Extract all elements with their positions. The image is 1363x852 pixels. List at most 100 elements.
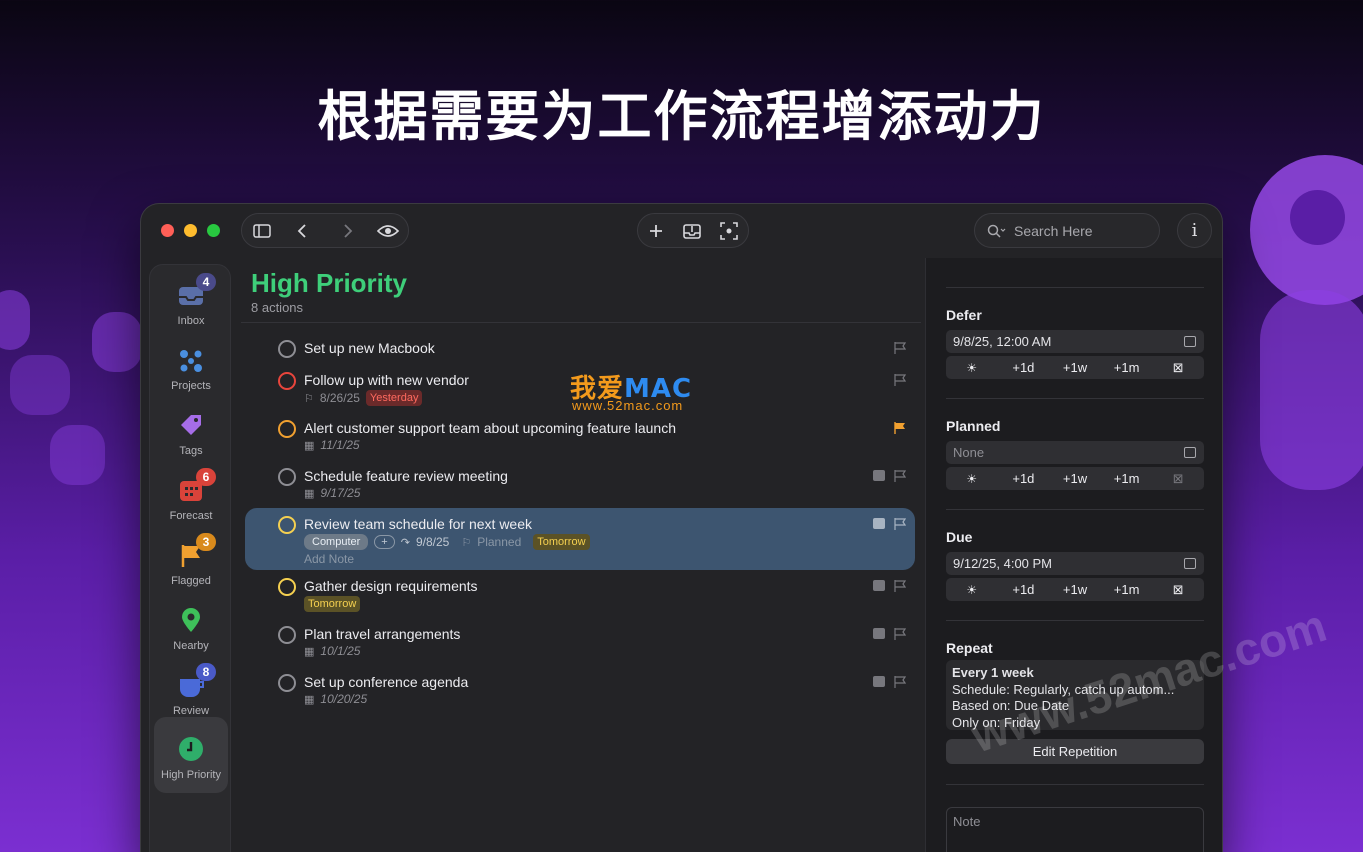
bg-ring — [1260, 290, 1363, 490]
task-checkbox-flagged[interactable] — [278, 420, 296, 438]
defer-date-field[interactable]: 9/8/25, 12:00 AM — [946, 330, 1204, 353]
focus-button[interactable] — [711, 214, 747, 247]
due-date-value: 9/12/25, 4:00 PM — [953, 556, 1053, 571]
planned-plus-day-button[interactable]: +1d — [998, 471, 1050, 486]
add-tag-button[interactable]: + — [374, 535, 395, 549]
sidebar-item-review[interactable]: 8 Review — [150, 663, 232, 725]
forecast-count-badge: 6 — [196, 468, 216, 486]
defer-quick-buttons: ☀ +1d +1w +1m ⊠ — [946, 356, 1204, 379]
sidebar-item-inbox[interactable]: 4 Inbox — [150, 273, 232, 335]
task-checkbox[interactable] — [278, 626, 296, 644]
note-placeholder: Note — [953, 814, 981, 829]
flag-filled-icon[interactable] — [894, 422, 906, 434]
planned-today-button[interactable]: ☀ — [946, 472, 998, 486]
calendar-picker-icon[interactable] — [1184, 336, 1196, 347]
planned-plus-week-button[interactable]: +1w — [1049, 471, 1101, 486]
back-button[interactable] — [284, 214, 320, 247]
task-meta: ▦ 10/20/25 — [304, 692, 367, 706]
planned-date-field[interactable]: None — [946, 441, 1204, 464]
sidebar-item-projects[interactable]: Projects — [150, 338, 232, 400]
sidebar-toggle-button[interactable] — [244, 214, 280, 247]
view-options-button[interactable] — [370, 214, 406, 247]
inbox-tray-icon — [683, 223, 701, 239]
task-row[interactable]: Set up conference agenda ▦ 10/20/25 — [245, 668, 915, 716]
flag-outline-icon[interactable] — [894, 374, 906, 386]
due-plus-month-button[interactable]: +1m — [1101, 582, 1153, 597]
calendar-picker-icon[interactable] — [1184, 558, 1196, 569]
due-tag-soon: Tomorrow — [304, 596, 361, 612]
defer-plus-week-button[interactable]: +1w — [1049, 360, 1101, 375]
due-label: Due — [946, 529, 973, 545]
due-date: 9/17/25 — [320, 486, 361, 500]
sidebar-item-forecast[interactable]: 6 Forecast — [150, 468, 232, 530]
forward-button[interactable] — [330, 214, 366, 247]
due-plus-day-button[interactable]: +1d — [998, 582, 1050, 597]
task-title: Set up new Macbook — [304, 340, 435, 356]
note-icon — [873, 580, 885, 591]
calendar-picker-icon[interactable] — [1184, 447, 1196, 458]
due-clear-button[interactable]: ⊠ — [1152, 582, 1204, 598]
defer-arrow-icon: ↷ — [400, 536, 410, 549]
title-bar: Search Here i — [141, 204, 1222, 258]
task-row[interactable]: Plan travel arrangements ▦ 10/1/25 — [245, 620, 915, 668]
nav-toolbar-group — [241, 213, 409, 248]
defer-plus-day-button[interactable]: +1d — [998, 360, 1050, 375]
new-action-button[interactable] — [638, 214, 674, 247]
task-checkbox[interactable] — [278, 468, 296, 486]
sidebar-item-high-priority[interactable]: High Priority — [154, 717, 228, 793]
task-row[interactable]: Alert customer support team about upcomi… — [245, 414, 915, 462]
minimize-window-button[interactable] — [184, 224, 197, 237]
defer-plus-month-button[interactable]: +1m — [1101, 360, 1153, 375]
search-field[interactable]: Search Here — [974, 213, 1160, 248]
task-row[interactable]: Gather design requirements Tomorrow — [245, 572, 915, 620]
note-icon — [873, 470, 885, 481]
flag-outline-icon[interactable] — [894, 580, 906, 592]
inspector-toggle-button[interactable]: i — [1177, 213, 1212, 248]
task-row[interactable]: Schedule feature review meeting ▦ 9/17/2… — [245, 462, 915, 510]
defer-date-value: 9/8/25, 12:00 AM — [953, 334, 1052, 349]
flag-outline-icon[interactable] — [894, 676, 906, 688]
planned-quick-buttons: ☀ +1d +1w +1m ⊠ — [946, 467, 1204, 490]
task-title: Set up conference agenda — [304, 674, 469, 690]
review-count-badge: 8 — [196, 663, 216, 681]
planned-date: 8/26/25 — [319, 391, 360, 405]
flag-outline-icon[interactable] — [894, 342, 906, 354]
task-row-selected[interactable]: Review team schedule for next week Compu… — [245, 508, 915, 570]
planned-clear-button[interactable]: ⊠ — [1152, 471, 1204, 487]
task-row[interactable]: Set up new Macbook — [245, 332, 915, 366]
move-to-inbox-button[interactable] — [674, 214, 710, 247]
sidebar-item-flagged[interactable]: 3 Flagged — [150, 533, 232, 595]
defer-clear-button[interactable]: ⊠ — [1152, 360, 1204, 376]
task-checkbox-due-soon[interactable] — [278, 516, 296, 534]
note-field[interactable]: Note — [946, 807, 1204, 852]
task-checkbox-overdue[interactable] — [278, 372, 296, 390]
task-checkbox[interactable] — [278, 340, 296, 358]
task-checkbox[interactable] — [278, 674, 296, 692]
sidebar-item-tags[interactable]: Tags — [150, 403, 232, 465]
add-note-field[interactable]: Add Note — [304, 552, 354, 566]
task-title: Alert customer support team about upcomi… — [304, 420, 676, 436]
sidebar-icon — [253, 223, 271, 238]
due-calendar-icon: ▦ — [304, 645, 315, 658]
task-title: Review team schedule for next week — [304, 516, 532, 532]
due-date: 11/1/25 — [320, 438, 360, 452]
close-window-button[interactable] — [161, 224, 174, 237]
defer-label: Defer — [946, 307, 982, 323]
context-tag[interactable]: Computer — [304, 534, 369, 550]
planned-plus-month-button[interactable]: +1m — [1101, 471, 1153, 486]
bg-ring — [1290, 190, 1345, 245]
due-today-button[interactable]: ☀ — [946, 583, 998, 597]
zoom-window-button[interactable] — [207, 224, 220, 237]
defer-today-button[interactable]: ☀ — [946, 361, 998, 375]
due-calendar-icon: ▦ — [304, 487, 315, 500]
sidebar-item-nearby[interactable]: Nearby — [150, 598, 232, 660]
flag-outline-icon[interactable] — [894, 518, 906, 530]
flag-outline-icon[interactable] — [894, 470, 906, 482]
task-checkbox-due-soon[interactable] — [278, 578, 296, 596]
divider — [946, 398, 1204, 399]
tag-icon — [181, 415, 201, 435]
due-date-field[interactable]: 9/12/25, 4:00 PM — [946, 552, 1204, 575]
flag-outline-icon[interactable] — [894, 628, 906, 640]
due-plus-week-button[interactable]: +1w — [1049, 582, 1101, 597]
task-title: Plan travel arrangements — [304, 626, 461, 642]
